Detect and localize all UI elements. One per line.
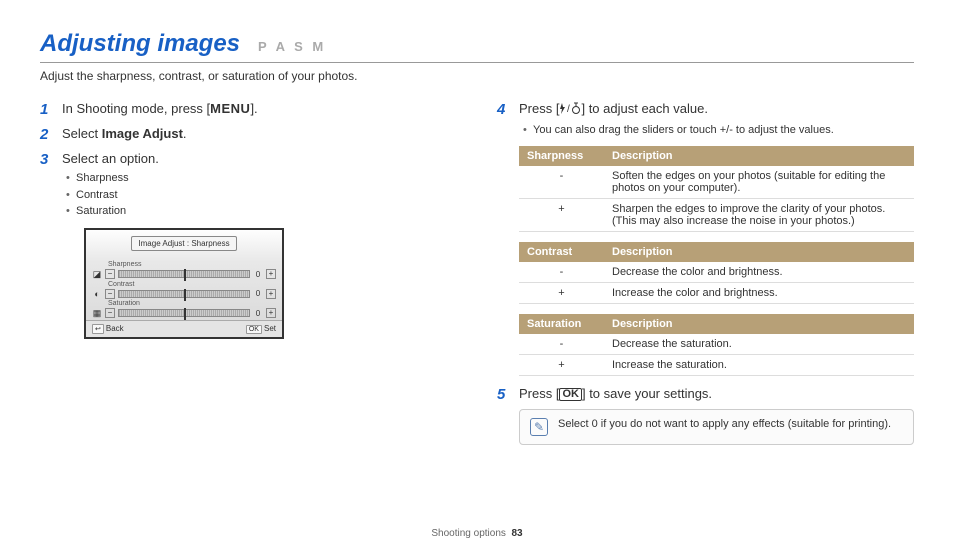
mode-indicator: P A S M (258, 39, 326, 54)
table-saturation: SaturationDescription -Decrease the satu… (519, 314, 914, 376)
table-row: +Sharpen the edges to improve the clarit… (519, 199, 914, 232)
menu-button-label: MENU (210, 101, 250, 116)
option-saturation: Saturation (62, 203, 457, 220)
minus-button: − (105, 269, 115, 279)
table-row: -Decrease the color and brightness. (519, 262, 914, 283)
table-row: +Increase the color and brightness. (519, 283, 914, 304)
back-icon: ↩ (92, 324, 104, 334)
lcd-mode-tag: Image Adjust : Sharpness (131, 236, 236, 251)
lcd-row-sharpness: ◪ − 0 + (86, 268, 282, 281)
page-heading: Adjusting images P A S M (40, 30, 914, 63)
table-row: -Soften the edges on your photos (suitab… (519, 166, 914, 199)
slider (118, 270, 250, 278)
left-column: In Shooting mode, press [MENU]. Select I… (40, 101, 457, 455)
saturation-icon: ▦ (92, 308, 102, 319)
lcd-row-saturation: ▦ − 0 + (86, 307, 282, 320)
step-5: Press [OK] to save your settings. ✎ Sele… (497, 386, 914, 445)
table-row: -Decrease the saturation. (519, 334, 914, 355)
lcd-set: OKSet (246, 324, 276, 334)
steps-right: Press [/] to adjust each value. You can … (497, 101, 914, 445)
right-column: Press [/] to adjust each value. You can … (497, 101, 914, 455)
lcd-back: ↩Back (92, 324, 124, 334)
sharpness-icon: ◪ (92, 269, 102, 280)
svg-text:/: / (567, 104, 570, 115)
steps-left: In Shooting mode, press [MENU]. Select I… (40, 101, 457, 339)
step-4: Press [/] to adjust each value. You can … (497, 101, 914, 376)
page-footer: Shooting options 83 (0, 528, 954, 539)
option-sharpness: Sharpness (62, 170, 457, 187)
step-3: Select an option. Sharpness Contrast Sat… (40, 151, 457, 339)
page-title: Adjusting images (40, 30, 240, 58)
ok-button-label: OK (559, 388, 582, 401)
table-sharpness: SharpnessDescription -Soften the edges o… (519, 146, 914, 232)
step-2: Select Image Adjust. (40, 126, 457, 141)
table-contrast: ContrastDescription -Decrease the color … (519, 242, 914, 304)
contrast-icon: ◐ (92, 289, 102, 299)
options-list: Sharpness Contrast Saturation (62, 170, 457, 220)
table-row: +Increase the saturation. (519, 355, 914, 376)
plus-button: + (266, 269, 276, 279)
step-1: In Shooting mode, press [MENU]. (40, 101, 457, 116)
page-number: 83 (511, 528, 522, 539)
tip-note: ✎ Select 0 if you do not want to apply a… (519, 409, 914, 445)
image-adjust-label: Image Adjust (102, 126, 183, 141)
page-subtitle: Adjust the sharpness, contrast, or satur… (40, 69, 914, 83)
note-icon: ✎ (530, 418, 548, 436)
option-contrast: Contrast (62, 187, 457, 204)
step4-note: You can also drag the sliders or touch +… (519, 122, 914, 139)
flash-self-timer-icon: / (559, 102, 581, 118)
lcd-row-contrast: ◐ − 0 + (86, 288, 282, 300)
columns: In Shooting mode, press [MENU]. Select I… (40, 101, 914, 455)
lcd-preview: Image Adjust : Sharpness Sharpness ◪ − 0… (84, 228, 284, 339)
